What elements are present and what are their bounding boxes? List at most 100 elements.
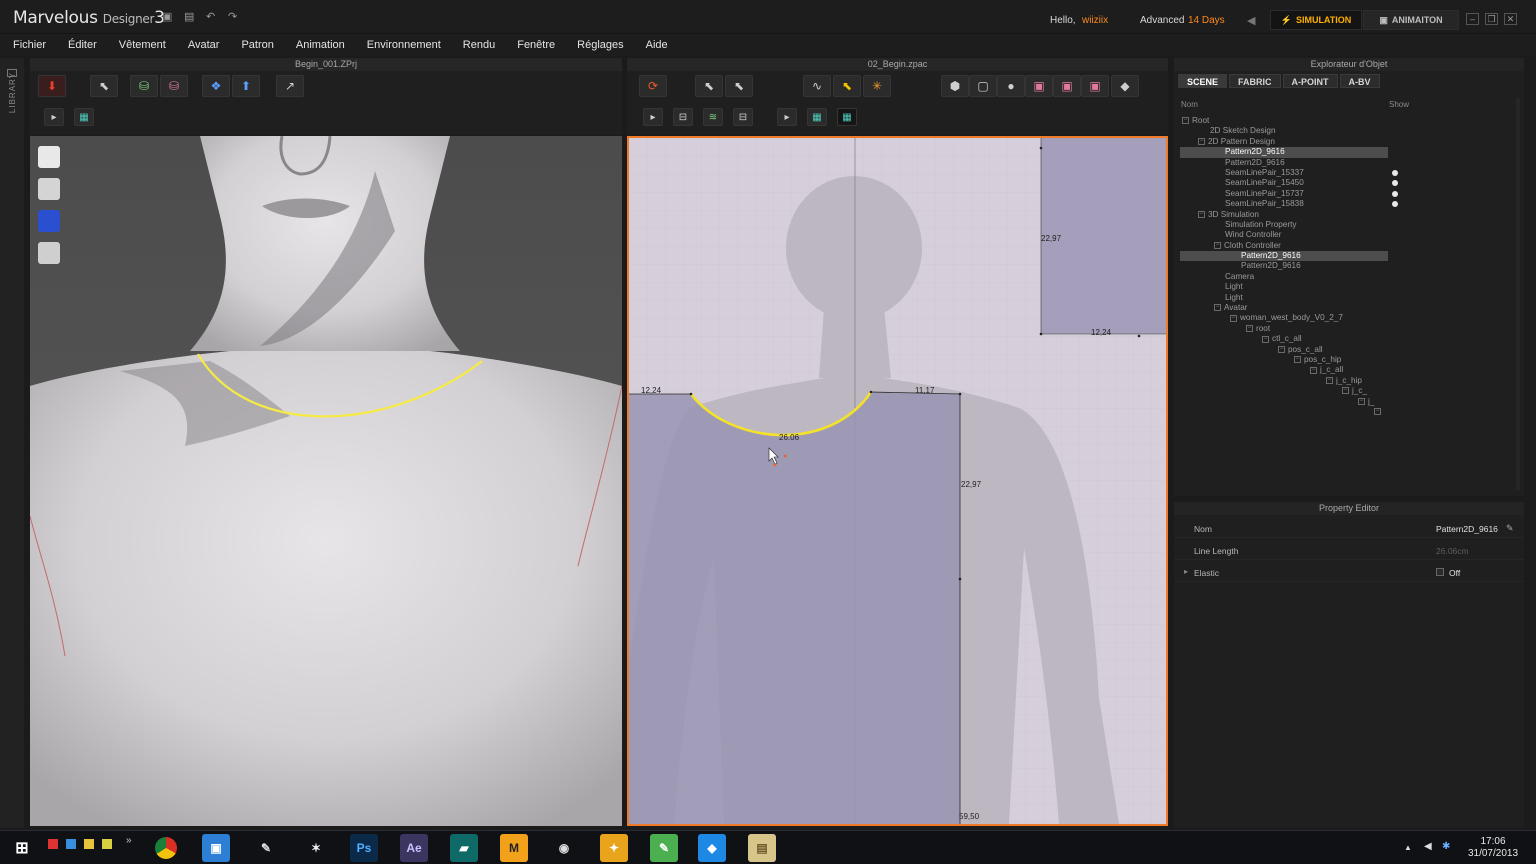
- collapse-icon[interactable]: −: [1182, 117, 1189, 125]
- save-app-icon[interactable]: ▣: [202, 834, 230, 862]
- edit-curve-tool[interactable]: ∿: [803, 75, 831, 97]
- zbrush-icon[interactable]: ✶: [302, 834, 330, 862]
- expand-arrow-icon[interactable]: ▸: [1184, 567, 1188, 576]
- tree-item-selected[interactable]: Pattern2D_9616: [1180, 251, 1388, 262]
- tree-item[interactable]: Light: [1180, 282, 1520, 292]
- tree-item[interactable]: − j_: [1180, 397, 1520, 407]
- tree-item[interactable]: − Cloth Controller: [1180, 241, 1520, 251]
- tab-a-bv[interactable]: A-BV: [1339, 74, 1380, 88]
- tree-item[interactable]: SeamLinePair_15838: [1180, 199, 1520, 209]
- tree-item[interactable]: − j_c_hip: [1180, 376, 1520, 386]
- network-icon[interactable]: ✱: [1442, 841, 1450, 852]
- seam-select-tool[interactable]: ▸: [643, 108, 663, 126]
- collapse-icon[interactable]: −: [1198, 210, 1205, 218]
- viewport-3d[interactable]: [30, 136, 622, 826]
- tree-item-selected[interactable]: Pattern2D_9616: [1180, 147, 1388, 158]
- evernote-icon[interactable]: ✎: [650, 834, 678, 862]
- tree-item[interactable]: − Avatar: [1180, 303, 1520, 313]
- tree-item[interactable]: −2D Pattern Design: [1180, 137, 1520, 147]
- library-sidebar[interactable]: [0, 58, 24, 828]
- arrange-point-tool[interactable]: ⬆: [232, 75, 260, 97]
- avatar-view-icon[interactable]: [38, 178, 60, 200]
- collapse-icon[interactable]: −: [1262, 335, 1269, 343]
- simulation-mode-button[interactable]: ⚡ SIMULATION: [1270, 10, 1362, 30]
- user-name[interactable]: wiiziix: [1082, 15, 1108, 26]
- photoshop-icon[interactable]: Ps: [350, 834, 378, 862]
- menu-reglages[interactable]: Réglages: [577, 39, 623, 51]
- menu-aide[interactable]: Aide: [646, 39, 668, 51]
- dart-tool[interactable]: ◆: [1111, 75, 1139, 97]
- more-icon[interactable]: »: [126, 835, 132, 846]
- simulate-button[interactable]: ⬇: [38, 75, 66, 97]
- free-sewing-tool[interactable]: ≋: [703, 108, 723, 126]
- tree-item[interactable]: − root: [1180, 324, 1520, 334]
- quicklaunch-icon[interactable]: [102, 839, 112, 849]
- texture-view-icon[interactable]: [38, 210, 60, 232]
- tack-tool[interactable]: ↗: [276, 75, 304, 97]
- redo-icon[interactable]: ↷: [228, 12, 242, 23]
- elastic-checkbox[interactable]: [1436, 568, 1444, 576]
- internal-rectangle-tool[interactable]: ▣: [1053, 75, 1081, 97]
- collapse-icon[interactable]: −: [1310, 366, 1317, 374]
- close-icon[interactable]: ✕: [1504, 13, 1517, 25]
- tree-item[interactable]: − j_c_: [1180, 386, 1520, 396]
- select-mesh-tool[interactable]: ▸: [44, 108, 64, 126]
- edit-texture-tool[interactable]: ▦: [807, 108, 827, 126]
- pin-tool[interactable]: ⛁: [160, 75, 188, 97]
- collapse-icon[interactable]: −: [1294, 356, 1301, 364]
- open-icon[interactable]: ▤: [184, 12, 198, 23]
- property-value-name[interactable]: Pattern2D_9616: [1436, 524, 1498, 534]
- quicklaunch-icon[interactable]: [66, 839, 76, 849]
- tree-item[interactable]: −: [1180, 407, 1520, 417]
- collapse-icon[interactable]: −: [1230, 314, 1237, 322]
- garment-view-icon[interactable]: [38, 146, 60, 168]
- collapse-icon[interactable]: −: [1214, 242, 1221, 250]
- tree-item[interactable]: − pos_c_all: [1180, 345, 1520, 355]
- restore-icon[interactable]: ❐: [1485, 13, 1498, 25]
- tab-fabric[interactable]: FABRIC: [1229, 74, 1281, 88]
- menu-animation[interactable]: Animation: [296, 39, 345, 51]
- save-icon[interactable]: ▣: [162, 12, 176, 23]
- dropbox-icon[interactable]: ◆: [698, 834, 726, 862]
- arrange-tool[interactable]: ❖: [202, 75, 230, 97]
- tree-item[interactable]: − j_c_all: [1180, 365, 1520, 375]
- tree-item[interactable]: SeamLinePair_15337: [1180, 168, 1520, 178]
- viewport-2d[interactable]: 22,97 12,24 12,24 11,17 26.06 22,97 59,5…: [627, 136, 1168, 826]
- menu-vetement[interactable]: Vêtement: [119, 39, 166, 51]
- volume-icon[interactable]: ◀: [1424, 841, 1432, 852]
- visibility-icon[interactable]: [1392, 201, 1398, 208]
- add-point-tool[interactable]: ✳: [863, 75, 891, 97]
- tree-item[interactable]: SeamLinePair_15737: [1180, 189, 1520, 199]
- tree-item[interactable]: Simulation Property: [1180, 220, 1520, 230]
- collapse-icon[interactable]: −: [1358, 397, 1365, 405]
- after-effects-icon[interactable]: Ae: [400, 834, 428, 862]
- maya-icon[interactable]: ▰: [450, 834, 478, 862]
- menu-fenetre[interactable]: Fenêtre: [517, 39, 555, 51]
- menu-editer[interactable]: Éditer: [68, 39, 97, 51]
- pen-app-icon[interactable]: ✎: [252, 834, 280, 862]
- tree-item[interactable]: Pattern2D_9616: [1180, 158, 1520, 168]
- curve-point-tool[interactable]: ⬉: [833, 75, 861, 97]
- polygon-tool[interactable]: ⬢: [941, 75, 969, 97]
- tree-item[interactable]: − Root: [1180, 116, 1520, 126]
- tree-item[interactable]: SeamLinePair_15450: [1180, 178, 1520, 188]
- quicklaunch-icon[interactable]: [84, 839, 94, 849]
- head-view-icon[interactable]: [38, 242, 60, 264]
- collapse-icon[interactable]: −: [1198, 138, 1205, 146]
- quicklaunch-icon[interactable]: [48, 839, 58, 849]
- collapse-icon[interactable]: −: [1214, 304, 1221, 312]
- collapse-icon[interactable]: −: [1278, 345, 1285, 353]
- texture-select-tool[interactable]: ▸: [777, 108, 797, 126]
- sync-icon[interactable]: ⟳: [639, 75, 667, 97]
- menu-fichier[interactable]: Fichier: [13, 39, 46, 51]
- tab-a-point[interactable]: A-POINT: [1282, 74, 1338, 88]
- tree-item[interactable]: Camera: [1180, 272, 1520, 282]
- menu-environnement[interactable]: Environnement: [367, 39, 441, 51]
- select-move-tool[interactable]: ⬉: [90, 75, 118, 97]
- internal-circle-tool[interactable]: ▣: [1081, 75, 1109, 97]
- segment-sewing-tool[interactable]: ⊟: [673, 108, 693, 126]
- announcement-icon[interactable]: ◀: [1247, 14, 1259, 27]
- tree-item[interactable]: −3D Simulation: [1180, 210, 1520, 220]
- tree-item[interactable]: − woman_west_body_V0_2_7: [1180, 313, 1520, 323]
- start-button[interactable]: ⊞: [8, 834, 36, 862]
